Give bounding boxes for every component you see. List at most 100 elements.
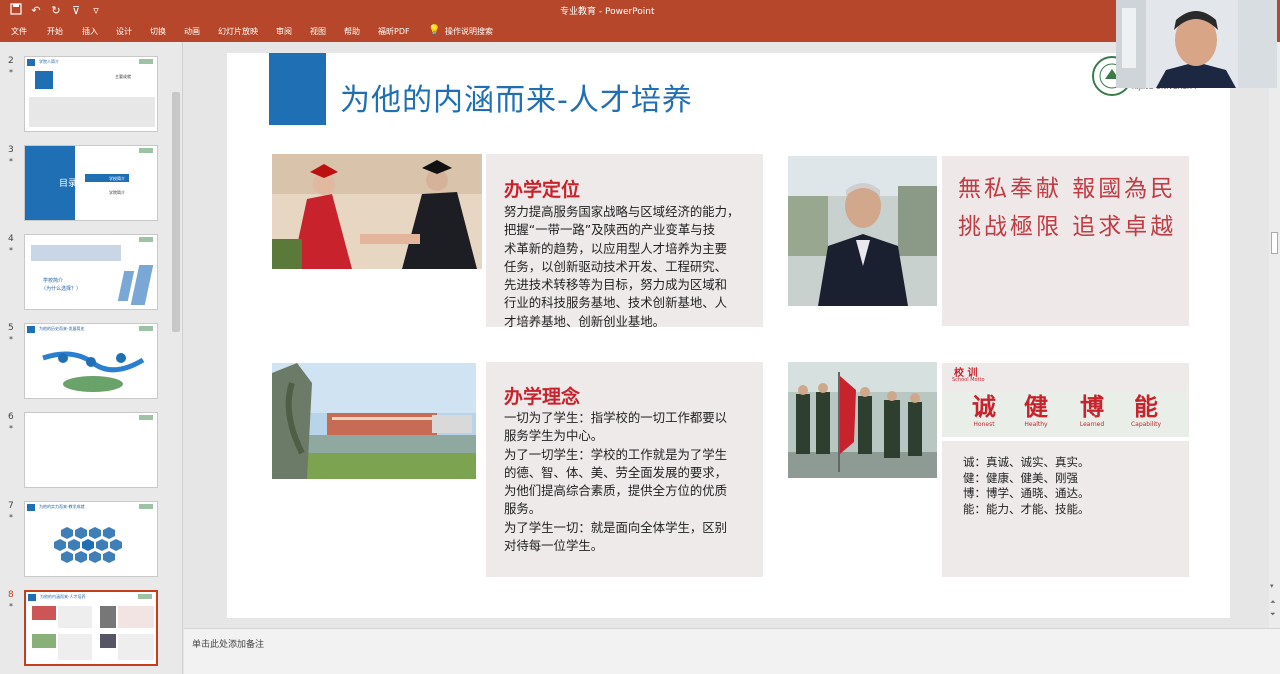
thumb-bar	[27, 59, 35, 66]
tab-slideshow[interactable]: 幻灯片放映	[218, 26, 258, 37]
previous-slide-icon[interactable]: ⏶	[1270, 598, 1276, 607]
motto-char-cn: 健	[1024, 393, 1048, 421]
motto-label-en: School Motto	[952, 377, 985, 383]
motto-char-en: Capability	[1130, 421, 1162, 428]
text-line: 诚：真诚、诚实、真实。	[963, 455, 1090, 469]
tab-insert[interactable]: 插入	[82, 26, 98, 37]
slide-mark: *	[9, 424, 13, 433]
thumb-bar	[27, 504, 35, 511]
thumb-logo	[139, 415, 153, 420]
thumb-photo	[31, 245, 121, 261]
slide-preview: 为他的内涵而来-人才培养	[24, 590, 158, 666]
thumb-title: 为他的内涵而来-人才培养	[40, 594, 86, 599]
tab-foxit-pdf[interactable]: 福昕PDF	[378, 26, 410, 37]
thumbnail-scrollbar[interactable]	[172, 92, 180, 332]
motto-char-en: Healthy	[1024, 421, 1048, 428]
next-slide-icon[interactable]: ⏷	[1270, 610, 1276, 619]
motto-char[interactable]: 诚 Honest	[954, 393, 1014, 428]
text-line: 努力提高服务国家战略与区域经济的能力，	[504, 204, 740, 219]
school-motto-banner: 校 训 School Motto 诚 Honest 健 Healthy 博 Le…	[942, 363, 1189, 437]
positioning-heading[interactable]: 办学定位	[504, 175, 580, 202]
motto-char[interactable]: 能 Capability	[1116, 393, 1176, 428]
thumb-title: 学院人简介	[39, 59, 59, 64]
thumbnail-slide-3[interactable]: 3 * 目录 学校简介 学院简介	[0, 145, 170, 225]
slide-title[interactable]: 为他的内涵而来-人才培养	[340, 75, 693, 119]
save-icon[interactable]	[8, 3, 24, 19]
thumb-panel	[58, 606, 92, 628]
philosophy-text[interactable]: 一切为了学生：指学校的一切工作都要以 服务学生为中心。 为了一切学生：学校的工作…	[504, 409, 727, 555]
text-line: 术革新的趋势，以应用型人才培养为主要	[504, 240, 728, 256]
thumb-logo	[139, 504, 153, 509]
thumb-logo	[139, 237, 153, 242]
thumb-photo	[32, 606, 56, 620]
text-line: 先进技术转移等为目标，努力成为区域和	[504, 277, 728, 293]
thumbnail-slide-4[interactable]: 4 * 学校简介 （为什么选择？）	[0, 234, 170, 314]
tell-me-search[interactable]: 操作说明搜索	[445, 26, 493, 37]
current-slide[interactable]: 为他的内涵而来-人才培养 XIJING UNIVERSITY 办学定位 努力提高…	[227, 53, 1230, 618]
calligraphy-line[interactable]: 無私奉献 報國為民	[958, 169, 1176, 203]
slide-preview: 目录 学校简介 学院简介	[24, 145, 158, 221]
window-title: 专业教育 - PowerPoint	[560, 7, 655, 17]
tab-file[interactable]: 文件	[11, 26, 27, 37]
campus-lake-photo[interactable]	[272, 363, 476, 479]
tab-help[interactable]: 帮助	[344, 26, 360, 37]
founder-portrait-photo[interactable]	[788, 156, 937, 306]
quick-access-toolbar: ↶ ↻ ⊽ ▿	[8, 3, 104, 19]
thumb-photo	[100, 634, 116, 648]
scrollbar-thumb[interactable]	[1271, 232, 1278, 254]
graduation-photo[interactable]	[272, 154, 482, 269]
thumbnail-slide-8[interactable]: 8 * 为他的内涵而来-人才培养	[0, 590, 170, 670]
text-line: 的德、智、体、美、劳全面发展的要求，	[504, 464, 728, 480]
webcam-video-overlay	[1116, 0, 1277, 88]
text-line: 行业的科技服务基地、技术创新基地、人	[504, 295, 728, 311]
thumb-subtitle: （为什么选择？）	[41, 286, 82, 292]
thumbnail-slide-2[interactable]: 2 * 学院人简介 主要成就	[0, 56, 170, 136]
slide-preview: 为他的实力而来-教学成就	[24, 501, 158, 577]
tab-home[interactable]: 开始	[47, 26, 63, 37]
notes-pane[interactable]: 单击此处添加备注	[184, 628, 1280, 674]
motto-char-en: Learned	[1079, 421, 1105, 428]
tab-animations[interactable]: 动画	[184, 26, 200, 37]
thumb-hexagon-graphic	[54, 527, 122, 563]
tab-design[interactable]: 设计	[116, 26, 132, 37]
slide-number: 7	[8, 501, 14, 511]
motto-characters: 诚 Honest 健 Healthy 博 Learned 能 Capabilit…	[942, 391, 1189, 435]
redo-icon[interactable]: ↻	[48, 3, 64, 19]
slide-preview: 学校简介 （为什么选择？）	[24, 234, 158, 310]
slide-number: 4	[8, 234, 14, 244]
thumbnail-slide-6[interactable]: 6 *	[0, 412, 170, 492]
thumb-timeline-graphic	[42, 351, 145, 392]
flag-guard-photo[interactable]	[788, 362, 937, 478]
tab-review[interactable]: 审阅	[276, 26, 292, 37]
text-line: 为了学生一切：就是面向全体学生，区别	[504, 519, 728, 535]
motto-explanation[interactable]: 诚：真诚、诚实、真实。 健：健康、健美、刚强 博：博学、通晓、通达。 能：能力、…	[963, 455, 1090, 517]
slide-number: 8	[8, 590, 14, 600]
thumb-title: 为他的实力而来-教学成就	[39, 504, 85, 509]
slide-thumbnails-pane: 2 * 学院人简介 主要成就 3 * 目录 学校简介 学院简介 4 * 学校简介	[0, 42, 183, 674]
positioning-text[interactable]: 努力提高服务国家战略与区域经济的能力， 把握“一带一路”及陕西的产业变革与技 术…	[504, 203, 739, 331]
scroll-down-icon[interactable]: ▾	[1270, 582, 1274, 590]
tab-transitions[interactable]: 切换	[150, 26, 166, 37]
thumb-title: 学校简介	[43, 278, 64, 284]
undo-icon[interactable]: ↶	[28, 3, 44, 19]
slide-mark: *	[9, 246, 13, 255]
slide-scrollbar[interactable]: ▾ ⏶ ⏷	[1269, 42, 1280, 628]
text-line: 为了一切学生：学校的工作就是为了学生	[504, 446, 728, 462]
motto-char[interactable]: 健 Healthy	[1006, 393, 1066, 428]
thumbnail-slide-7[interactable]: 7 * 为他的实力而来-教学成就	[0, 501, 170, 581]
thumb-photo	[32, 634, 56, 648]
slide-preview: 学院人简介 主要成就	[24, 56, 158, 132]
ribbon-tabs: 文件 开始 插入 设计 切换 动画 幻灯片放映 审阅 视图 帮助 福昕PDF 💡…	[0, 22, 1280, 42]
thumb-bar	[27, 326, 35, 333]
thumbnail-slide-5[interactable]: 5 * 为他的历史而来-发展简史	[0, 323, 170, 403]
motto-char-cn: 博	[1080, 393, 1104, 421]
thumb-panel	[58, 634, 92, 660]
thumb-title: 为他的历史而来-发展简史	[39, 326, 85, 331]
presenter-icon[interactable]: ⊽	[68, 3, 84, 19]
customize-icon[interactable]: ▿	[88, 3, 104, 19]
tab-view[interactable]: 视图	[310, 26, 326, 37]
text-line: 博：博学、通晓、通达。	[963, 486, 1090, 500]
motto-char[interactable]: 博 Learned	[1062, 393, 1122, 428]
philosophy-heading[interactable]: 办学理念	[504, 382, 580, 409]
calligraphy-line[interactable]: 挑战極限 追求卓越	[958, 207, 1176, 241]
